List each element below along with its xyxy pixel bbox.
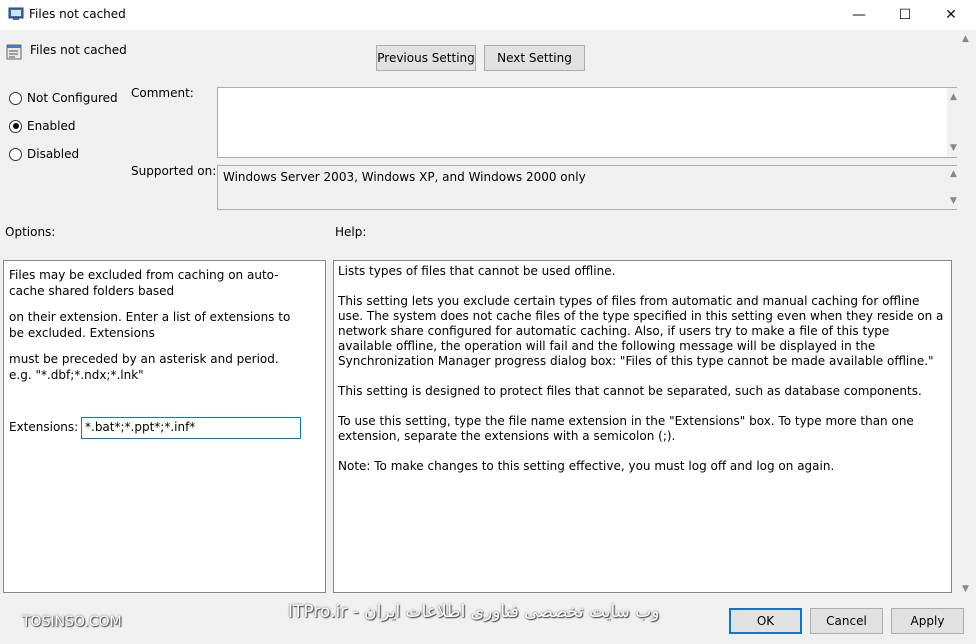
help-paragraph-3: This setting is designed to protect file… xyxy=(338,384,922,398)
help-paragraph-1: Lists types of files that cannot be used… xyxy=(338,264,616,278)
scroll-up-icon[interactable]: ▲ xyxy=(950,169,957,179)
supported-on-value: Windows Server 2003, Windows XP, and Win… xyxy=(223,170,586,184)
supported-on-label: Supported on: xyxy=(131,164,217,178)
options-panel: Files may be excluded from caching on au… xyxy=(3,260,326,593)
title-bar: Files not cached — ☐ ✕ xyxy=(0,0,976,30)
comment-label: Comment: xyxy=(131,86,194,100)
policy-setting-icon xyxy=(6,44,22,60)
radio-circle[interactable] xyxy=(9,119,22,133)
radio-enabled[interactable]: Enabled xyxy=(9,119,76,133)
radio-circle[interactable] xyxy=(9,147,22,161)
watermark-tosinso: TOSINSO.COM xyxy=(22,614,122,630)
watermark-itpro: وب سایت تخصصی فناوری اطلاعات ایران - ITP… xyxy=(288,602,660,622)
extensions-label: Extensions: xyxy=(9,420,79,434)
help-paragraph-4: To use this setting, type the file name … xyxy=(338,414,914,443)
radio-disabled[interactable]: Disabled xyxy=(9,147,79,161)
radio-circle[interactable] xyxy=(9,91,22,105)
scroll-up-icon[interactable]: ▲ xyxy=(950,92,957,102)
comment-textarea[interactable]: ▲ ▼ xyxy=(217,87,964,158)
radio-label: Not Configured xyxy=(27,91,118,105)
extensions-input[interactable]: *.bat*;*.ppt*;*.inf* xyxy=(81,417,301,439)
policy-name-header: Files not cached xyxy=(30,43,127,57)
scroll-down-icon[interactable]: ▼ xyxy=(950,196,957,206)
scroll-up-icon[interactable]: ▲ xyxy=(962,34,969,44)
next-setting-button[interactable]: Next Setting xyxy=(484,45,585,71)
scroll-down-icon[interactable]: ▼ xyxy=(950,143,957,153)
ok-button[interactable]: OK xyxy=(729,608,802,634)
options-description-3: must be preceded by an asterisk and peri… xyxy=(9,352,279,382)
options-description-2: on their extension. Enter a list of exte… xyxy=(9,310,291,340)
radio-label: Enabled xyxy=(27,119,76,133)
help-paragraph-5: Note: To make changes to this setting ef… xyxy=(338,459,835,473)
maximize-button[interactable]: ☐ xyxy=(882,0,928,30)
policy-window-icon xyxy=(8,7,24,20)
options-description-1: Files may be excluded from caching on au… xyxy=(9,268,279,298)
scroll-down-icon[interactable]: ▼ xyxy=(962,584,969,594)
close-button[interactable]: ✕ xyxy=(928,0,974,30)
previous-setting-button[interactable]: Previous Setting xyxy=(376,45,476,71)
minimize-button[interactable]: — xyxy=(836,0,882,30)
supported-on-field: Windows Server 2003, Windows XP, and Win… xyxy=(217,165,964,210)
cancel-button[interactable]: Cancel xyxy=(810,608,883,634)
apply-button[interactable]: Apply xyxy=(891,608,964,634)
help-paragraph-2: This setting lets you exclude certain ty… xyxy=(338,294,944,368)
options-label: Options: xyxy=(5,225,56,239)
radio-label: Disabled xyxy=(27,147,80,161)
radio-not-configured[interactable]: Not Configured xyxy=(9,91,118,105)
help-panel: Lists types of files that cannot be used… xyxy=(333,260,952,593)
dialog-scrollbar[interactable]: ▲ ▼ xyxy=(957,30,976,600)
window-title: Files not cached xyxy=(29,7,126,21)
help-label: Help: xyxy=(335,225,367,239)
